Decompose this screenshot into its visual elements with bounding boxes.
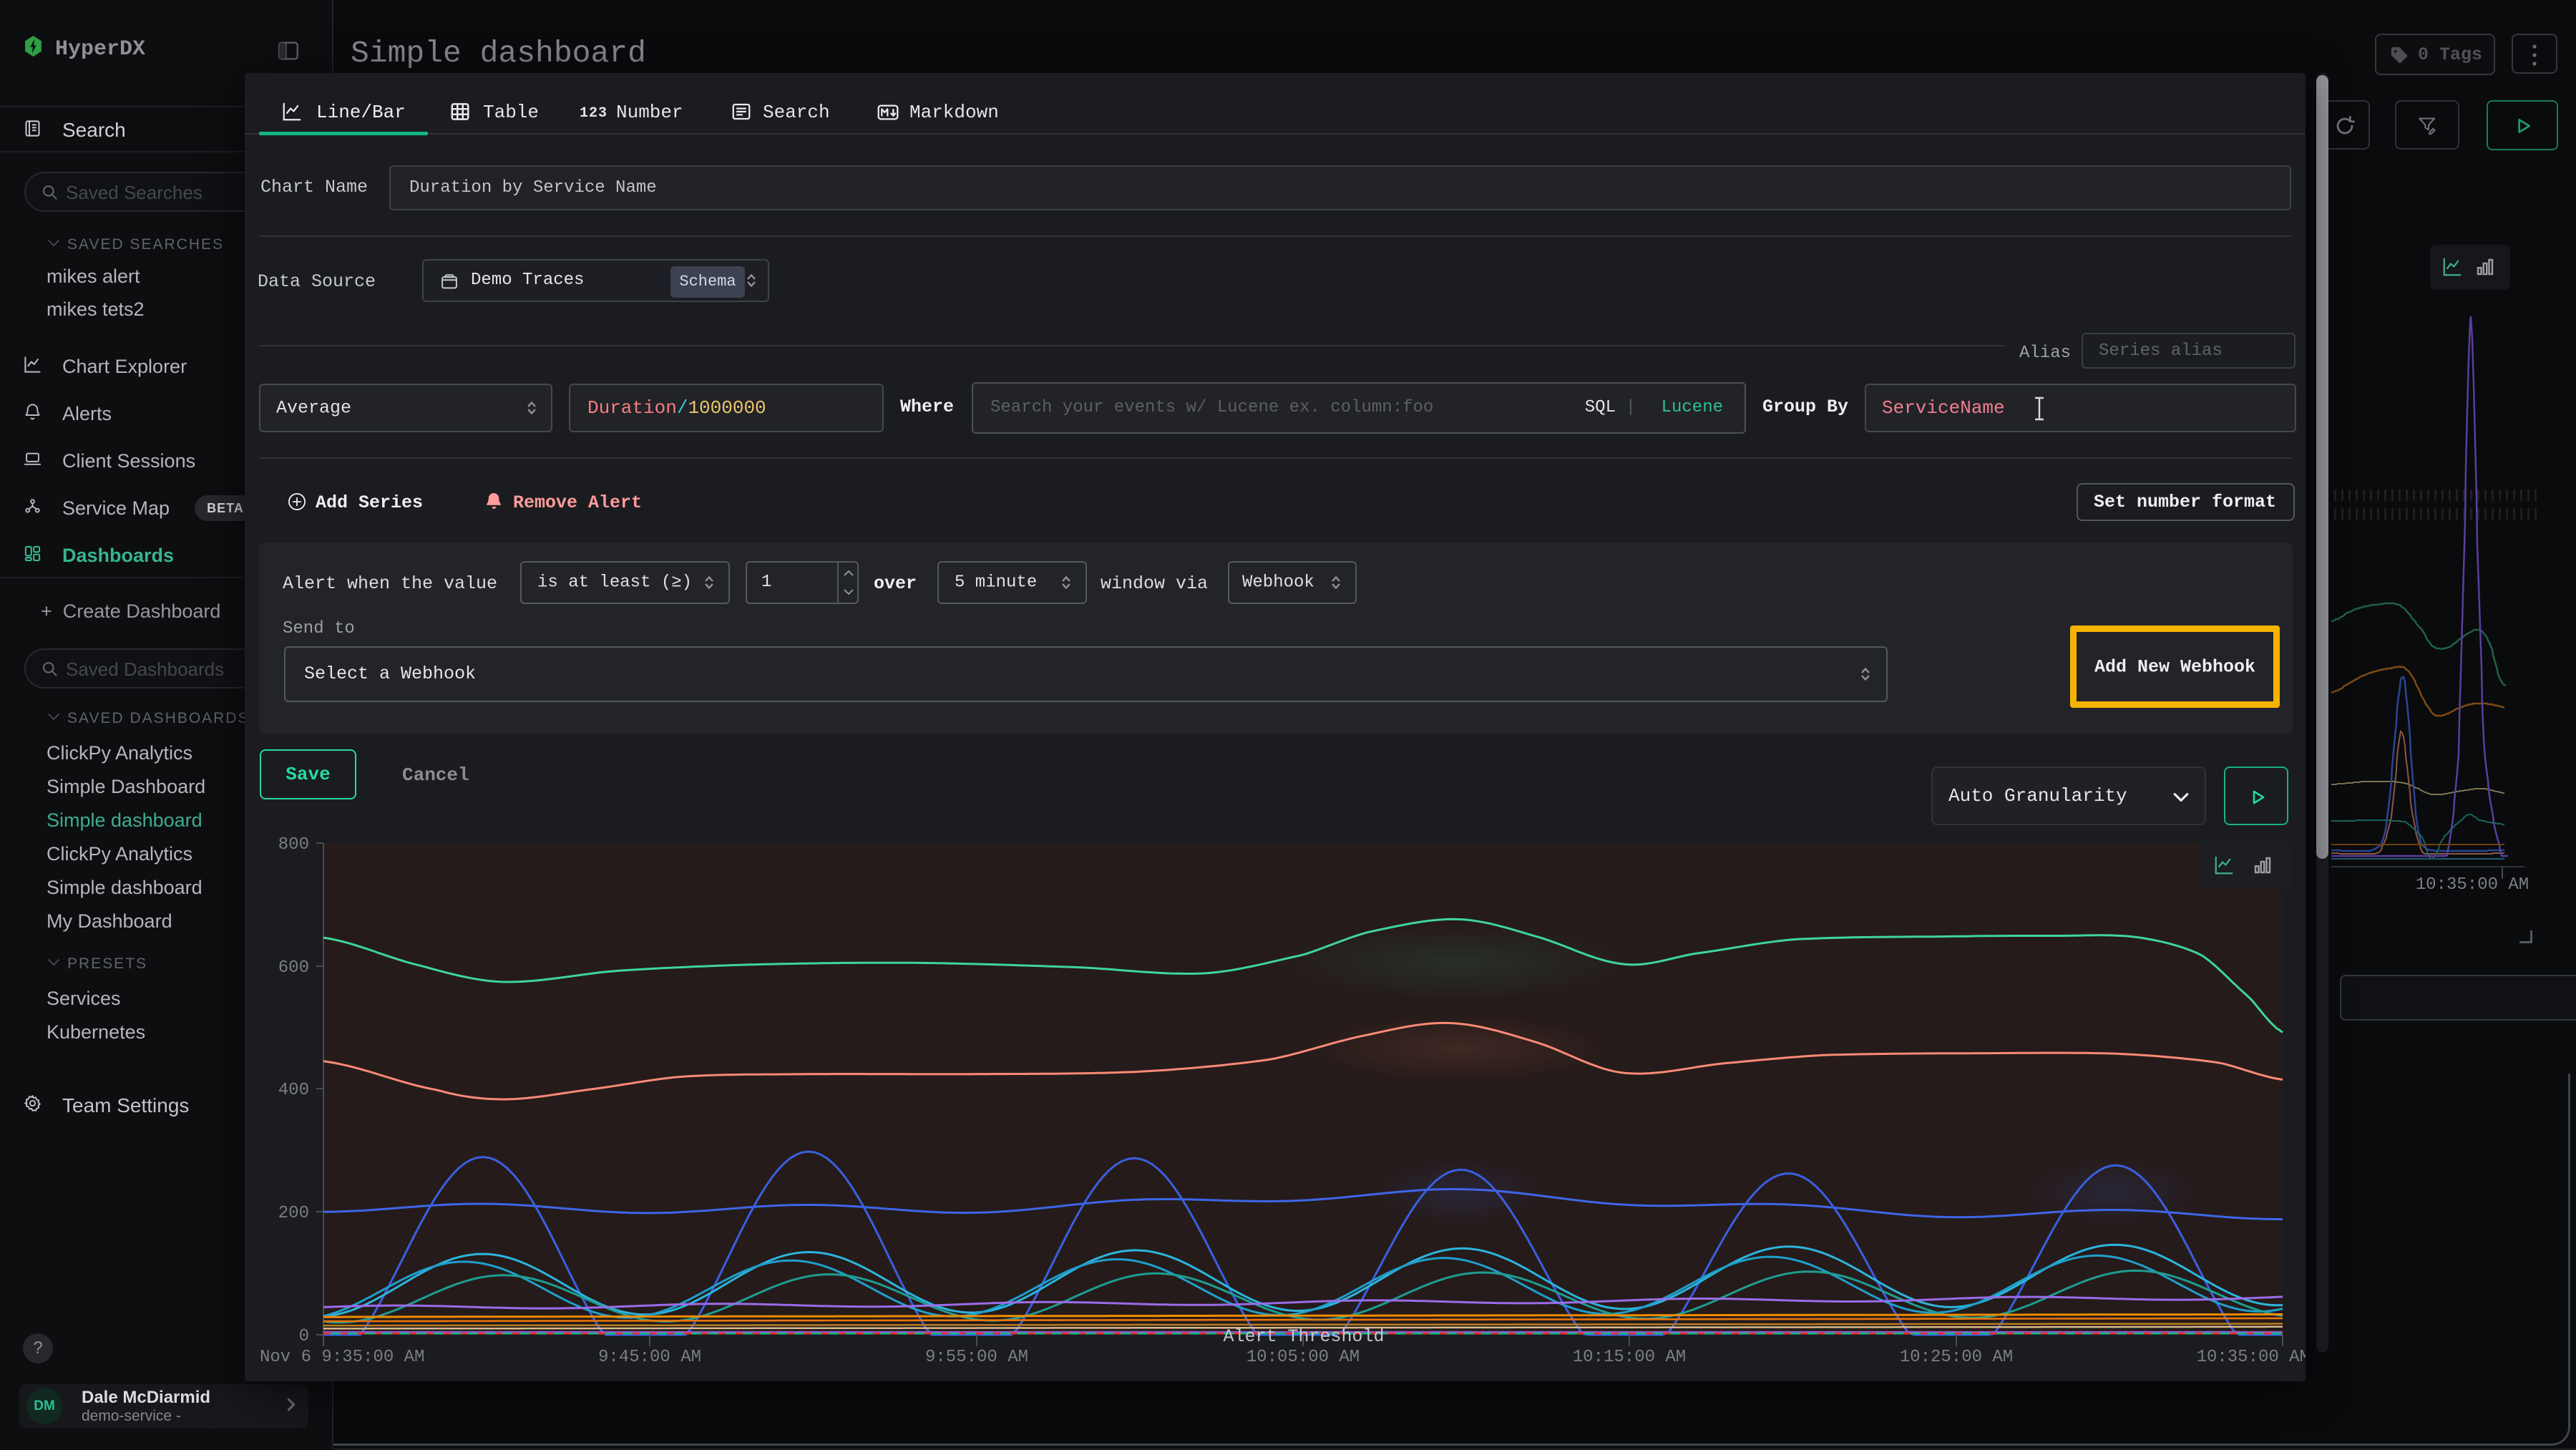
svg-text:Nov 6 9:35:00 AM: Nov 6 9:35:00 AM <box>260 1348 424 1367</box>
svg-text:10:05:00 AM: 10:05:00 AM <box>1246 1348 1360 1367</box>
svg-text:10:25:00 AM: 10:25:00 AM <box>1900 1348 2013 1367</box>
svg-text:9:45:00 AM: 9:45:00 AM <box>598 1348 701 1367</box>
svg-text:10:15:00 AM: 10:15:00 AM <box>1573 1348 1686 1367</box>
svg-text:800: 800 <box>278 835 309 855</box>
svg-text:9:55:00 AM: 9:55:00 AM <box>925 1348 1028 1367</box>
svg-text:200: 200 <box>278 1204 309 1223</box>
svg-text:0: 0 <box>299 1327 309 1346</box>
svg-text:600: 600 <box>278 958 309 978</box>
svg-text:10:35:00 AM: 10:35:00 AM <box>2197 1348 2306 1367</box>
svg-text:10:35:00 AM: 10:35:00 AM <box>2416 875 2529 895</box>
svg-text:Alert Threshold: Alert Threshold <box>1223 1326 1384 1347</box>
svg-text:400: 400 <box>278 1081 309 1100</box>
